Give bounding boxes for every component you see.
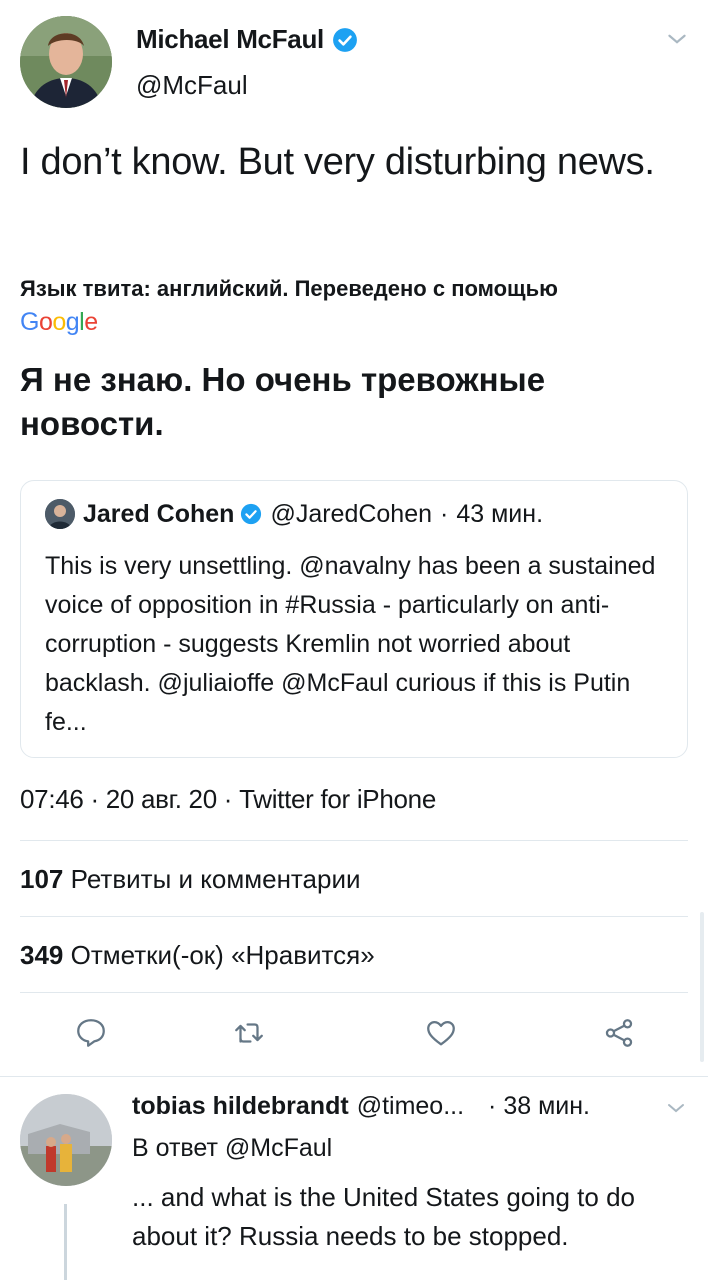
divider <box>20 992 688 993</box>
reply-author-handle: @timeo... <box>356 1092 465 1120</box>
retweets-stat[interactable]: 107 Ретвиты и комментарии <box>20 864 361 895</box>
quoted-separator: · <box>440 499 449 528</box>
reply-to-label[interactable]: В ответ @McFaul <box>132 1134 332 1163</box>
reply-author-name[interactable]: tobias hildebrandt <box>132 1092 349 1121</box>
retweets-label: Ретвиты и комментарии <box>70 864 361 894</box>
translation-note: Язык твита: английский. Переведено с пом… <box>20 276 558 301</box>
likes-stat[interactable]: 349 Отметки(-ок) «Нравится» <box>20 940 375 971</box>
tweet-text: I don’t know. But very disturbing news. <box>20 141 655 183</box>
google-logo[interactable]: Google <box>20 308 98 337</box>
chevron-down-icon[interactable] <box>664 26 690 52</box>
retweets-count: 107 <box>20 864 64 894</box>
quoted-tweet-header: Jared Cohen @JaredCohen · 43 мин. <box>45 499 543 529</box>
scrollbar[interactable] <box>700 912 704 1062</box>
author-name[interactable]: Michael McFaul <box>136 24 324 55</box>
like-icon[interactable] <box>424 1016 458 1050</box>
quoted-author-name: Jared Cohen <box>83 499 235 528</box>
author-avatar[interactable] <box>20 16 112 108</box>
divider <box>20 840 688 841</box>
thread-line <box>64 1204 67 1280</box>
author-name-row[interactable]: Michael McFaul <box>136 24 358 55</box>
reply-author-avatar[interactable] <box>20 1094 112 1186</box>
share-icon[interactable] <box>602 1016 636 1050</box>
divider <box>0 1076 708 1077</box>
quoted-tweet-text: This is very unsettling. @navalny has be… <box>45 552 656 736</box>
verified-badge-icon <box>332 27 358 53</box>
quoted-author-avatar <box>45 499 75 529</box>
chevron-down-icon[interactable] <box>664 1096 688 1120</box>
reply-text: ... and what is the United States going … <box>132 1182 635 1251</box>
author-handle[interactable]: @McFaul <box>136 70 248 101</box>
quoted-tweet-card[interactable]: Jared Cohen @JaredCohen · 43 мин. This i… <box>20 480 688 758</box>
reply-header[interactable]: tobias hildebrandt @timeo... · 38 мин. <box>132 1092 590 1121</box>
retweet-icon[interactable] <box>232 1016 266 1050</box>
quoted-author-handle: @JaredCohen <box>270 499 433 528</box>
quoted-tweet-time: 43 мин. <box>456 499 544 528</box>
reply-icon[interactable] <box>74 1016 108 1050</box>
reply-time: · 38 мин. <box>488 1092 590 1120</box>
verified-badge-icon <box>240 503 262 525</box>
tweet-timestamp[interactable]: 07:46 · 20 авг. 20 · Twitter for iPhone <box>20 784 436 815</box>
likes-label: Отметки(-ок) «Нравится» <box>70 940 375 970</box>
likes-count: 349 <box>20 940 64 970</box>
divider <box>20 916 688 917</box>
translated-text: Я не знаю. Но очень тревожные новости. <box>20 361 546 442</box>
